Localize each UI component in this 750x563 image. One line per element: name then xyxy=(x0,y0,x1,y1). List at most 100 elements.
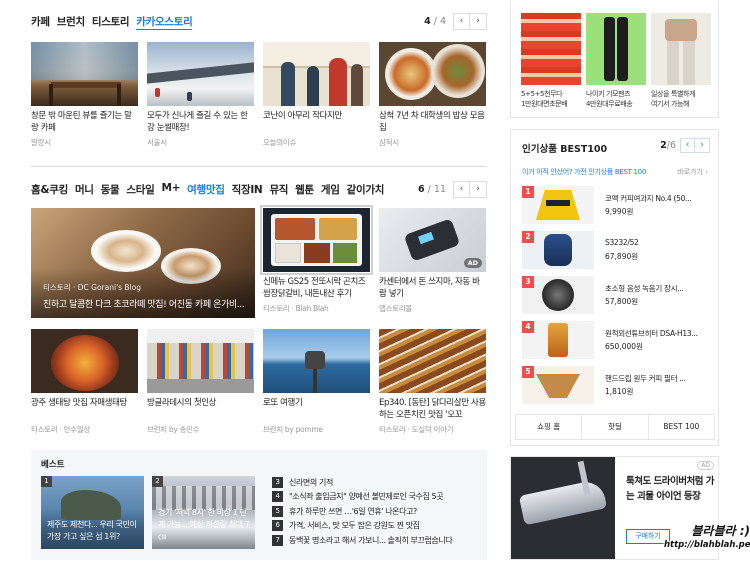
popular-item[interactable]: 2 S3232/52 67,890원 xyxy=(522,231,712,271)
section1-tabs: 카페 브런치 티스토리 카카오스토리 xyxy=(31,14,193,30)
tab-music[interactable]: 뮤직 xyxy=(269,182,288,197)
popular-item[interactable]: 4 원적외선튜브히터 DSA-H13... 650,000원 xyxy=(522,321,712,361)
shopping-recommend: 5+5+5천무다 1만원대면초문배 나이키 기모팬츠 4만원대무료배송 일상을 … xyxy=(510,0,719,118)
story-card[interactable]: 코난이 아무리 작다지만 오늘의이슈 xyxy=(263,42,370,148)
product-image xyxy=(521,13,581,85)
prev-page-button[interactable]: ‹ xyxy=(453,13,470,30)
tab-travel-food[interactable]: 여행맛집 xyxy=(187,182,225,197)
card-source: 삼척시 xyxy=(379,138,399,147)
list-item[interactable]: 5 휴가 하루만 쓰면 …'6일 연휴' 나온다고? xyxy=(272,504,482,519)
card-title: 삼척 7년 차 대학생의 밥상 모음집 xyxy=(379,111,485,133)
tab-work[interactable]: 직장IN xyxy=(232,182,263,197)
tab-style[interactable]: 스타일 xyxy=(126,182,154,197)
section2-tabbar: 홈&쿠킹 머니 동물 스타일 M+ 여행맛집 직장IN 뮤직 웹툰 게임 같이가… xyxy=(31,181,487,202)
popular-footer: 쇼핑 홈 핫딜 BEST 100 xyxy=(515,414,715,440)
feature-source: 티스토리 · DC Gorani's Blog xyxy=(43,283,141,292)
product-caption-1: 나이키 기모팬츠 xyxy=(586,90,631,98)
section-divider xyxy=(31,166,487,167)
rank-number: 4 xyxy=(272,491,283,503)
product-caption-2: 여기서 가능해 xyxy=(651,100,690,108)
card-title: Ep340. [동탄] 닭다리살만 사용하는 오픈치킨 맛집 '오꼬 xyxy=(379,398,486,420)
tab-kakaostory[interactable]: 카카오스토리 xyxy=(136,14,193,30)
tab-brunch[interactable]: 브런치 xyxy=(57,14,85,30)
shop-item[interactable]: 5+5+5천무다 1만원대면초문배 xyxy=(521,13,581,109)
story-card[interactable]: Ep340. [동탄] 닭다리살만 사용하는 오픈치킨 맛집 '오꼬 티스토리 … xyxy=(379,329,486,435)
story-card[interactable]: 창문 밖 마운틴 뷰를 즐기는 말랑 카페 말랑시 xyxy=(31,42,138,148)
chevron-left-icon: ‹ xyxy=(459,184,464,194)
next-page-button[interactable]: › xyxy=(695,138,710,153)
page-indicator: 6 / 11 xyxy=(418,184,446,195)
popular-subtitle[interactable]: 이거 아직 안샀어? 가전 인기상품 BEST 100 xyxy=(522,167,646,177)
tab-together[interactable]: 같이가치 xyxy=(347,182,385,197)
tab-game[interactable]: 게임 xyxy=(321,182,340,197)
page-indicator: 4 / 4 xyxy=(424,16,446,27)
best-thumb-item[interactable]: 1 제주도 제천다... 우리 국민이 가장 가고 싶은 섬 1위? xyxy=(41,476,144,549)
product-price: 57,800원 xyxy=(605,297,639,306)
list-item[interactable]: 3 신라면의 기적 xyxy=(272,475,482,490)
card-thumbnail xyxy=(379,42,486,106)
popular-item[interactable]: 5 핸드드립 원두 커피 필터 ... 1,810원 xyxy=(522,366,712,406)
card-source: 말랑시 xyxy=(31,138,51,147)
prev-page-button[interactable]: ‹ xyxy=(453,181,470,198)
chevron-left-icon: ‹ xyxy=(685,140,690,150)
popular-item[interactable]: 3 초소형 음성 녹음기 장시... 57,800원 xyxy=(522,276,712,316)
tab-money[interactable]: 머니 xyxy=(75,182,94,197)
section1-pager: 4 / 4 ‹ › xyxy=(424,13,487,30)
popular-title: 인기상품 BEST100 xyxy=(522,144,608,155)
prev-page-button[interactable]: ‹ xyxy=(680,138,695,153)
rank-number: 3 xyxy=(272,476,283,488)
story-card[interactable]: 로또 여행기 브런치 by pomme xyxy=(263,329,370,435)
best-list: 3 신라면의 기적 4 "소식좌 출입금지" 양예선 볼만제로인 국수집 5곳 5휴… xyxy=(272,475,482,548)
tab-webtoon[interactable]: 웹툰 xyxy=(295,182,314,197)
popular-products: 인기상품 BEST100 2/6 ‹ › 이거 아직 안샀어? 가전 인기상품 … xyxy=(510,129,719,446)
story-card[interactable]: 모두가 신나게 즐길 수 있는 한강 눈썰매장! 서울시 xyxy=(147,42,254,148)
card-thumbnail xyxy=(31,329,138,393)
card-thumbnail xyxy=(147,42,254,106)
rank-number: 5 xyxy=(272,505,283,517)
tab-tistory[interactable]: 티스토리 xyxy=(92,14,130,30)
product-caption-2: 1만원대면초문배 xyxy=(521,100,568,108)
next-page-button[interactable]: › xyxy=(470,13,487,30)
watermark: 블라블라 :) http://blahblah.pe.kr xyxy=(664,522,750,550)
list-item[interactable]: 6 가격, 서비스, 맛 모두 잡은 강원도 찐 맛집 xyxy=(272,519,482,534)
card-thumbnail xyxy=(260,205,373,275)
card-thumbnail xyxy=(263,42,370,106)
list-item-text: 가격, 서비스, 맛 모두 잡은 강원도 찐 맛집 xyxy=(289,521,420,531)
chevron-right-icon: › xyxy=(700,140,704,150)
section2-tabs: 홈&쿠킹 머니 동물 스타일 M+ 여행맛집 직장IN 뮤직 웹툰 게임 같이가… xyxy=(31,182,384,197)
card-source: 브런치 by pomme xyxy=(263,425,323,434)
next-page-button[interactable]: › xyxy=(470,181,487,198)
shop-item[interactable]: 나이키 기모팬츠 4만원대무료배송 xyxy=(586,13,646,109)
card-title: 코난이 아무리 작다지만 xyxy=(263,111,342,121)
chevron-right-icon: › xyxy=(476,16,480,26)
popular-item[interactable]: 1 코맥 커피여과지 No.4 (50... 9,990원 xyxy=(522,186,712,226)
story-card[interactable]: 광주 생태탕 맛집 자매생태탕 티스토리 · 만수일상 xyxy=(31,329,138,435)
hotdeal-button[interactable]: 핫딜 xyxy=(581,415,647,439)
best100-button[interactable]: BEST 100 xyxy=(647,415,714,439)
card-thumbnail: AD xyxy=(379,208,486,272)
ad-card[interactable]: AD 카센터에서 돈 쓰지마, 자동 바람 넣기 앱스토리몰 xyxy=(379,208,486,314)
popular-more-link[interactable]: 바로가기 › xyxy=(677,167,708,177)
best-section: 베스트 1 제주도 제천다... 우리 국민이 가장 가고 싶은 섬 1위? 2… xyxy=(31,450,487,560)
chevron-right-icon: › xyxy=(476,184,480,194)
card-source: 티스토리 · 도실덕 이야기 xyxy=(379,425,454,434)
story-card[interactable]: 삼척 7년 차 대학생의 밥상 모음집 삼척시 xyxy=(379,42,486,148)
product-caption-1: 5+5+5천무다 xyxy=(521,90,563,98)
list-item[interactable]: 4 "소식좌 출입금지" 양예선 볼만제로인 국수집 5곳 xyxy=(272,490,482,505)
shop-item[interactable]: 일상을 특별하게 여기서 가능해 xyxy=(651,13,711,109)
feature-card[interactable]: 티스토리 · DC Gorani's Blog 진하고 달콤한 다크 초코라떼 … xyxy=(31,208,255,318)
shopping-home-button[interactable]: 쇼핑 홈 xyxy=(516,415,581,439)
list-item[interactable]: 7 동백꽃 명소라고 해서 가보니... 솔직히 부끄럽습니다 xyxy=(272,533,482,548)
tab-animals[interactable]: 동물 xyxy=(101,182,120,197)
story-card[interactable]: 신메뉴 GS25 전또시락 곤치즈 쌈장닭갈비, 내돈내산 후기 티스토리 · … xyxy=(260,205,373,314)
rank-number: 4 xyxy=(522,321,534,333)
story-card[interactable]: 방글라데시의 첫인상 브런치 by 송민수 xyxy=(147,329,254,435)
best-thumb-item[interactable]: 2 경기 '저녁 8시' 한 비상 1 단계 가능... 예상 적설량 최대 7… xyxy=(152,476,255,549)
rank-number: 2 xyxy=(152,476,163,487)
watermark-url: http://blahblah.pe.kr xyxy=(664,540,750,550)
tab-home-cooking[interactable]: 홈&쿠킹 xyxy=(31,182,68,197)
rank-number: 1 xyxy=(41,476,52,487)
tab-cafe[interactable]: 카페 xyxy=(31,14,50,30)
rank-number: 7 xyxy=(272,534,283,546)
tab-mplus[interactable]: M+ xyxy=(162,182,181,197)
